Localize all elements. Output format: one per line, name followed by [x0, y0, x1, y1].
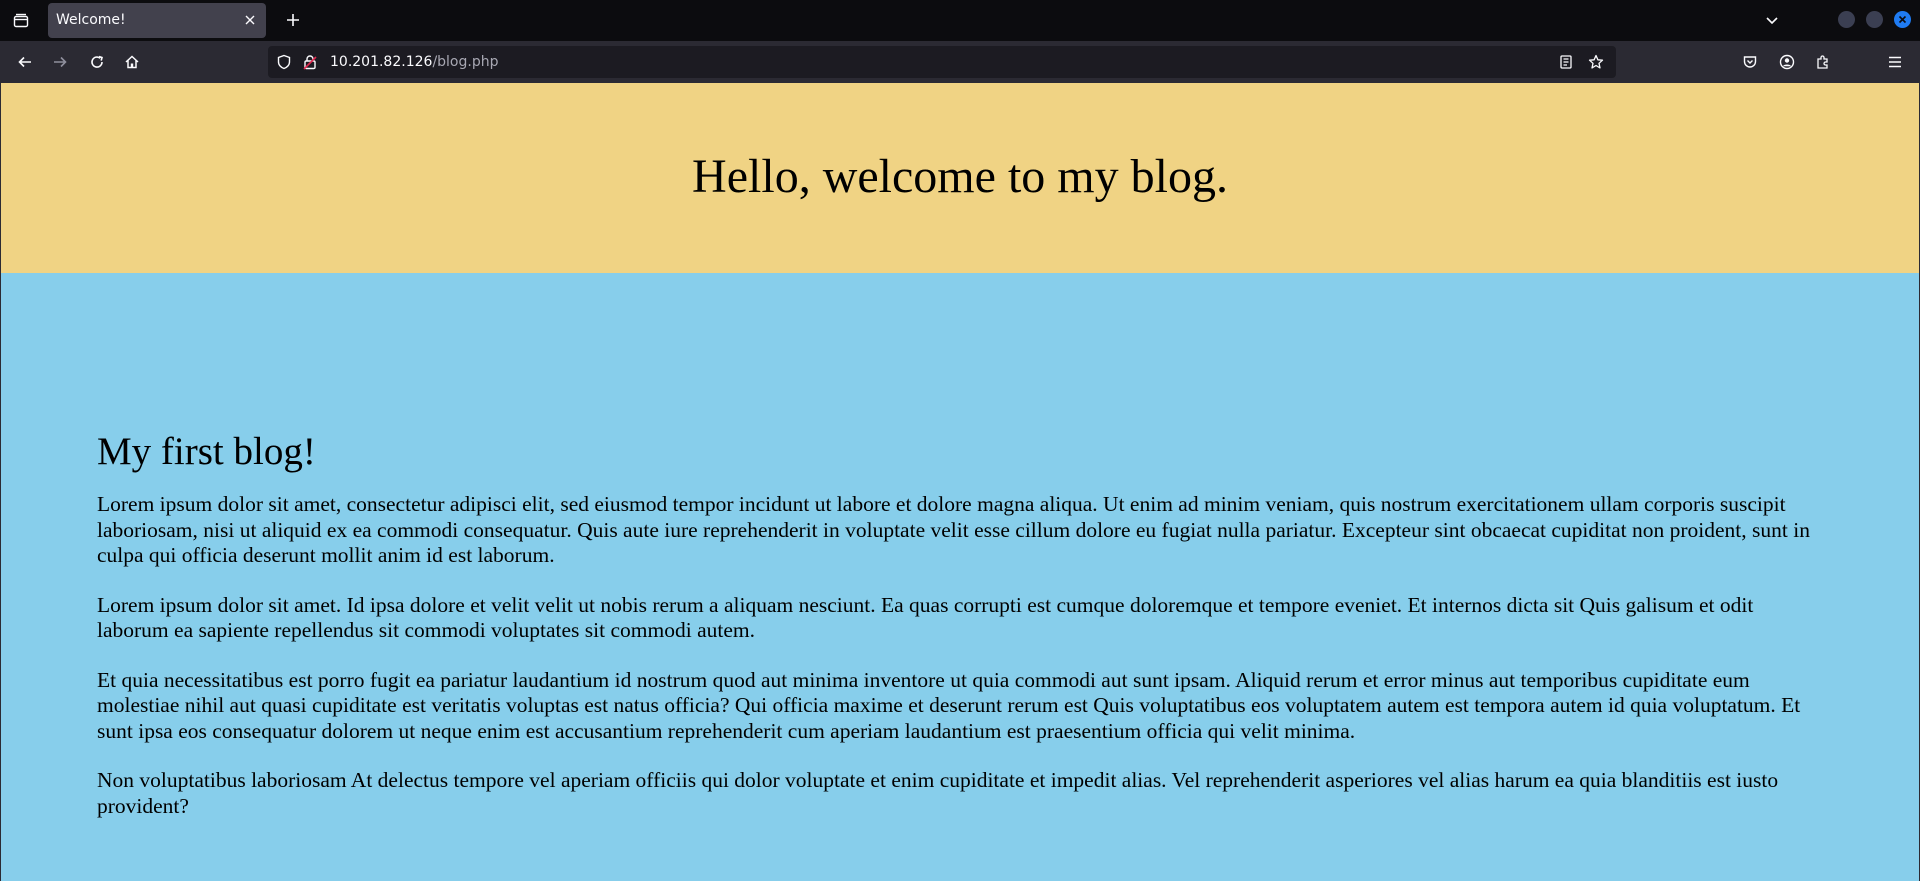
- page-header: Hello, welcome to my blog.: [1, 83, 1919, 273]
- url-path: /blog.php: [432, 54, 499, 70]
- blog-post: My first blog! Lorem ipsum dolor sit ame…: [97, 429, 1827, 843]
- hamburger-menu-icon[interactable]: [1883, 50, 1907, 74]
- close-icon[interactable]: [242, 12, 258, 28]
- tab-strip: Welcome!: [0, 0, 1920, 41]
- pocket-icon[interactable]: [1738, 50, 1762, 74]
- chevron-down-icon[interactable]: [1760, 8, 1784, 32]
- url-text: 10.201.82.126/blog.php: [330, 54, 498, 70]
- reader-view-icon[interactable]: [1558, 54, 1574, 70]
- post-paragraph: Non voluptatibus laboriosam At delectus …: [97, 768, 1779, 818]
- back-arrow-icon[interactable]: [13, 50, 37, 74]
- home-icon[interactable]: [120, 50, 144, 74]
- maximize-button[interactable]: [1866, 11, 1883, 28]
- post-title: My first blog!: [97, 430, 316, 473]
- url-host: 10.201.82.126: [330, 54, 433, 70]
- post-paragraph: Et quia necessitatibus est porro fugit e…: [97, 667, 1801, 743]
- url-bar[interactable]: 10.201.82.126/blog.php: [268, 46, 1616, 78]
- post-paragraph: Lorem ipsum dolor sit amet, consectetur …: [97, 492, 1810, 567]
- insecure-lock-icon[interactable]: [302, 54, 318, 70]
- reload-icon[interactable]: [85, 50, 109, 74]
- forward-arrow-icon[interactable]: [48, 50, 72, 74]
- account-icon[interactable]: [1775, 50, 1799, 74]
- extensions-icon[interactable]: [1811, 50, 1835, 74]
- star-icon[interactable]: [1588, 54, 1604, 70]
- minimize-button[interactable]: [1838, 11, 1855, 28]
- tab-list-icon[interactable]: [8, 8, 34, 34]
- active-tab[interactable]: Welcome!: [48, 3, 266, 38]
- plus-icon[interactable]: [281, 8, 305, 32]
- page-viewport: Hello, welcome to my blog. My first blog…: [0, 83, 1920, 881]
- navigation-toolbar: 10.201.82.126/blog.php: [0, 41, 1920, 83]
- page-content: My first blog! Lorem ipsum dolor sit ame…: [1, 273, 1919, 881]
- window-close-button[interactable]: [1894, 11, 1911, 28]
- tab-title: Welcome!: [56, 12, 126, 28]
- shield-icon[interactable]: [276, 54, 292, 70]
- post-paragraph: Lorem ipsum dolor sit amet. Id ipsa dolo…: [97, 592, 1754, 643]
- header-title: Hello, welcome to my blog.: [692, 149, 1228, 203]
